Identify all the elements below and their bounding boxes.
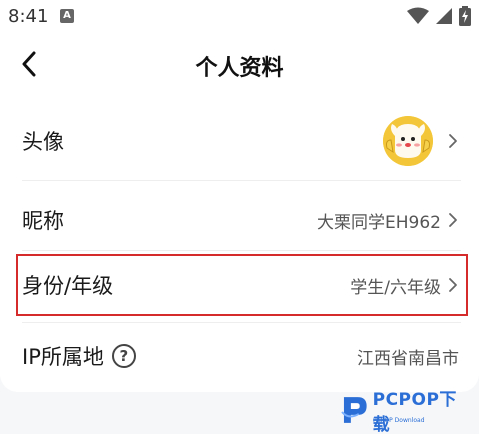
status-time: 8:41	[8, 6, 49, 27]
nickname-row[interactable]: 昵称 大栗同学EH962	[0, 184, 479, 256]
profile-screen: 8:41 A 个人资料 头像 昵称 大栗同学EH962 身份/年级 学生/六年级…	[0, 0, 479, 434]
page-header: 个人资料	[0, 32, 479, 96]
divider	[22, 180, 461, 181]
nickname-label: 昵称	[22, 209, 64, 233]
divider	[22, 250, 461, 251]
avatar[interactable]	[383, 116, 433, 166]
page-title: 个人资料	[195, 56, 284, 81]
profile-card: 头像 昵称 大栗同学EH962 身份/年级 学生/六年级 IP所属地 ? 江西省…	[0, 96, 479, 392]
battery-charging-icon	[459, 6, 471, 26]
ip-location-value: 江西省南昌市	[357, 348, 459, 369]
avatar-label: 头像	[22, 130, 64, 154]
chevron-right-icon	[449, 213, 457, 227]
nickname-value: 大栗同学EH962	[317, 212, 441, 233]
help-icon[interactable]: ?	[111, 344, 136, 368]
signal-icon	[436, 8, 452, 24]
status-bar: 8:41 A	[0, 0, 479, 32]
watermark-text: PCPOP下载	[372, 390, 457, 434]
ip-location-row: IP所属地 ? 江西省南昌市	[0, 324, 479, 388]
ip-location-label-text: IP所属地	[22, 345, 104, 369]
avatar-image	[383, 116, 433, 166]
status-icons	[407, 6, 471, 26]
chevron-right-icon	[449, 134, 457, 148]
chevron-right-icon	[449, 278, 457, 292]
identity-grade-label: 身份/年级	[22, 274, 114, 298]
ip-location-label: IP所属地 ?	[22, 341, 136, 371]
notification-icon: A	[60, 9, 74, 23]
avatar-row[interactable]: 头像	[0, 104, 479, 178]
pcpop-logo-icon	[341, 397, 367, 423]
wifi-icon	[407, 7, 429, 24]
watermark-subtext: PCPOP Download	[373, 417, 425, 424]
divider	[22, 322, 461, 323]
identity-grade-value: 学生/六年级	[350, 277, 441, 298]
watermark: PCPOP下载 PCPOP Download	[341, 390, 473, 434]
identity-grade-row[interactable]: 身份/年级 学生/六年级	[0, 254, 479, 316]
